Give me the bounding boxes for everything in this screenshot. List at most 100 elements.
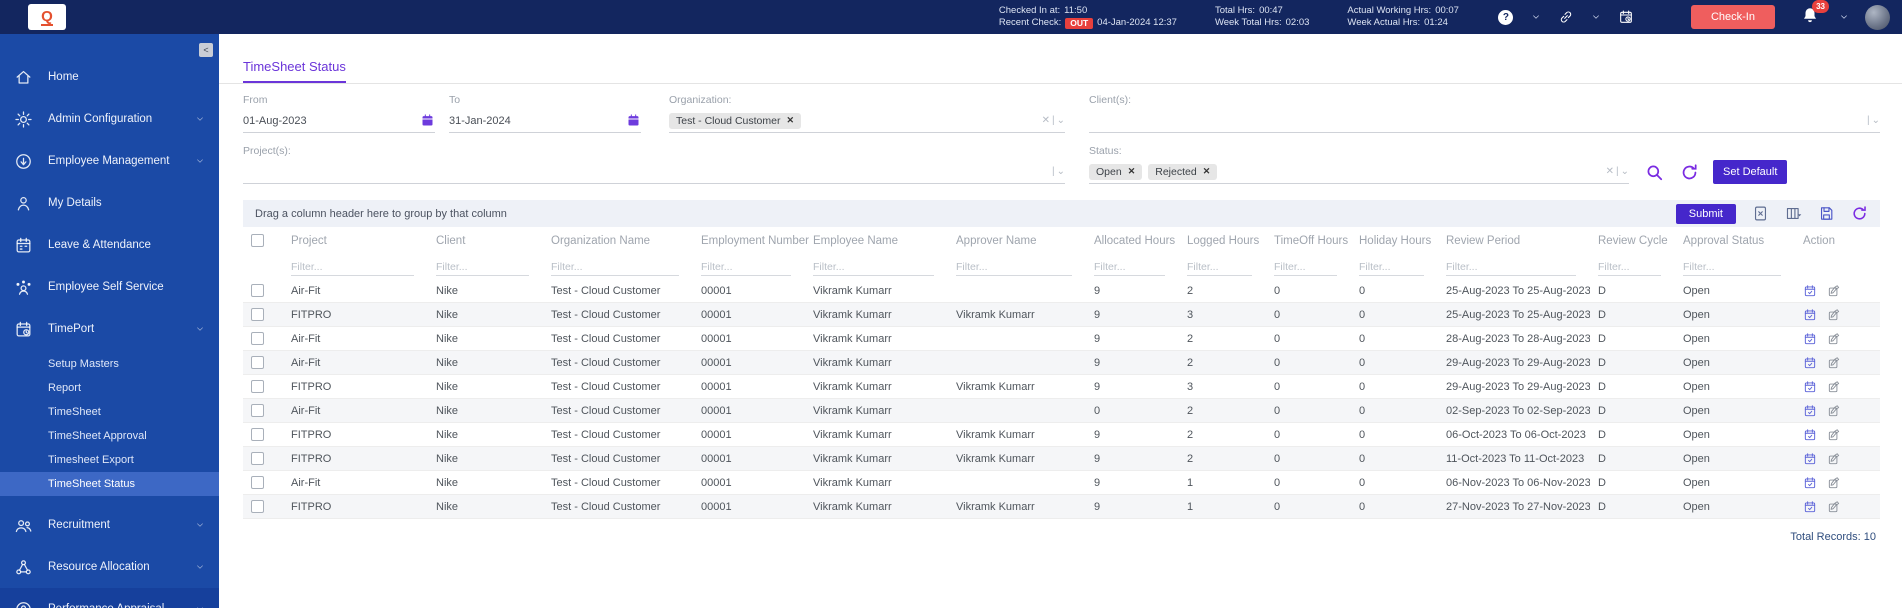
sidebar-item-performance-appraisal[interactable]: Performance Appraisal	[0, 588, 219, 608]
avatar[interactable]	[1865, 5, 1890, 30]
group-by-hint[interactable]: Drag a column header here to group by th…	[255, 208, 507, 220]
sidebar-collapse-button[interactable]: <	[199, 43, 213, 57]
column-chooser-icon[interactable]	[1785, 205, 1802, 222]
row-checkbox[interactable]	[251, 476, 264, 489]
calendar-check-icon[interactable]	[1803, 356, 1817, 370]
chevron-down-icon[interactable]	[1591, 12, 1601, 22]
dropdown-caret-icon[interactable]: ⌄	[1057, 115, 1065, 126]
sidebar-item-timeport[interactable]: TimePort	[0, 308, 219, 350]
edit-icon[interactable]	[1827, 284, 1841, 298]
notifications-bell-icon[interactable]: 33	[1801, 6, 1819, 29]
column-header-holiday-hours[interactable]: Holiday Hours	[1351, 235, 1438, 247]
dropdown-caret-icon[interactable]: ⌄	[1872, 115, 1880, 126]
status-select[interactable]: Open✕Rejected✕ ✕|⌄	[1089, 160, 1629, 184]
column-header-project[interactable]: Project	[283, 235, 428, 247]
calendar-check-icon[interactable]	[1803, 404, 1817, 418]
chip-remove-icon[interactable]: ✕	[1203, 166, 1211, 177]
edit-icon[interactable]	[1827, 452, 1841, 466]
status-chip[interactable]: Open✕	[1089, 164, 1142, 180]
calendar-check-icon[interactable]	[1803, 452, 1817, 466]
row-checkbox[interactable]	[251, 500, 264, 513]
column-header-timeoff-hours[interactable]: TimeOff Hours	[1266, 235, 1351, 247]
row-checkbox[interactable]	[251, 428, 264, 441]
edit-icon[interactable]	[1827, 404, 1841, 418]
chip-remove-icon[interactable]: ✕	[786, 115, 794, 126]
check-in-button[interactable]: Check-In	[1691, 5, 1775, 29]
page-title[interactable]: TimeSheet Status	[243, 59, 346, 83]
column-header-organization-name[interactable]: Organization Name	[543, 235, 693, 247]
select-all-checkbox[interactable]	[251, 234, 264, 247]
edit-icon[interactable]	[1827, 380, 1841, 394]
sidebar-subitem-timesheet-status[interactable]: TimeSheet Status	[0, 472, 219, 496]
sidebar-subitem-timesheet-export[interactable]: Timesheet Export	[0, 448, 219, 472]
row-checkbox[interactable]	[251, 332, 264, 345]
from-date-input[interactable]: 01-Aug-2023	[243, 109, 435, 133]
calendar-picker-icon[interactable]	[420, 113, 435, 128]
chip-remove-icon[interactable]: ✕	[1128, 166, 1136, 177]
sidebar-item-leave-attendance[interactable]: Leave & Attendance	[0, 224, 219, 266]
column-filter-input-allocated-hours[interactable]	[1094, 259, 1165, 276]
column-filter-input-holiday-hours[interactable]	[1359, 259, 1424, 276]
column-header-approver-name[interactable]: Approver Name	[948, 235, 1086, 247]
column-filter-input-project[interactable]	[291, 259, 414, 276]
set-default-button[interactable]: Set Default	[1713, 160, 1787, 184]
projects-select[interactable]: |⌄	[243, 160, 1065, 184]
clear-icon[interactable]: ✕	[1042, 115, 1050, 126]
refresh-icon[interactable]	[1680, 163, 1699, 182]
search-icon[interactable]	[1645, 163, 1664, 182]
row-checkbox[interactable]	[251, 452, 264, 465]
sidebar-subitem-timesheet[interactable]: TimeSheet	[0, 400, 219, 424]
column-filter-input-logged-hours[interactable]	[1187, 259, 1252, 276]
column-header-employment-number[interactable]: Employment Number	[693, 235, 805, 247]
column-filter-input-review-period[interactable]	[1446, 259, 1576, 276]
column-header-review-cycle[interactable]: Review Cycle	[1590, 235, 1675, 247]
link-icon[interactable]	[1557, 8, 1575, 26]
dropdown-caret-icon[interactable]: ⌄	[1621, 166, 1629, 177]
to-date-input[interactable]: 31-Jan-2024	[449, 109, 641, 133]
row-checkbox[interactable]	[251, 308, 264, 321]
edit-icon[interactable]	[1827, 356, 1841, 370]
app-logo[interactable]: Q	[28, 4, 66, 30]
edit-icon[interactable]	[1827, 500, 1841, 514]
calendar-check-icon[interactable]	[1803, 476, 1817, 490]
chevron-down-icon[interactable]	[1531, 12, 1541, 22]
organization-chip[interactable]: Test - Cloud Customer✕	[669, 113, 801, 129]
calendar-check-icon[interactable]	[1803, 308, 1817, 322]
column-filter-input-employee-name[interactable]	[813, 259, 934, 276]
help-icon[interactable]: ?	[1497, 8, 1515, 26]
sidebar-item-resource-allocation[interactable]: Resource Allocation	[0, 546, 219, 588]
edit-icon[interactable]	[1827, 428, 1841, 442]
sidebar-item-recruitment[interactable]: Recruitment	[0, 504, 219, 546]
column-filter-input-organization-name[interactable]	[551, 259, 679, 276]
calendar-check-icon[interactable]	[1803, 500, 1817, 514]
sidebar-item-employee-management[interactable]: Employee Management	[0, 140, 219, 182]
submit-button[interactable]: Submit	[1676, 204, 1736, 224]
calendar-check-icon[interactable]	[1803, 284, 1817, 298]
dropdown-caret-icon[interactable]: ⌄	[1057, 166, 1065, 177]
clear-icon[interactable]: ✕	[1606, 166, 1614, 177]
row-checkbox[interactable]	[251, 380, 264, 393]
status-chip[interactable]: Rejected✕	[1148, 164, 1217, 180]
sidebar-subitem-report[interactable]: Report	[0, 376, 219, 400]
sidebar-subitem-setup-masters[interactable]: Setup Masters	[0, 352, 219, 376]
attendance-calendar-icon[interactable]	[1617, 8, 1635, 26]
organization-select[interactable]: Test - Cloud Customer✕ ✕|⌄	[669, 109, 1065, 133]
calendar-check-icon[interactable]	[1803, 380, 1817, 394]
sidebar-item-home[interactable]: Home	[0, 56, 219, 98]
column-filter-input-timeoff-hours[interactable]	[1274, 259, 1337, 276]
chevron-down-icon[interactable]	[1839, 12, 1849, 22]
row-checkbox[interactable]	[251, 404, 264, 417]
column-filter-input-review-cycle[interactable]	[1598, 259, 1661, 276]
column-filter-input-approval-status[interactable]	[1683, 259, 1781, 276]
row-checkbox[interactable]	[251, 356, 264, 369]
export-excel-icon[interactable]	[1752, 205, 1769, 222]
calendar-check-icon[interactable]	[1803, 428, 1817, 442]
column-filter-input-employment-number[interactable]	[701, 259, 791, 276]
sidebar-item-my-details[interactable]: My Details	[0, 182, 219, 224]
column-header-action[interactable]: Action	[1795, 235, 1880, 247]
clients-select[interactable]: |⌄	[1089, 109, 1880, 133]
column-filter-input-approver-name[interactable]	[956, 259, 1072, 276]
edit-icon[interactable]	[1827, 332, 1841, 346]
column-header-client[interactable]: Client	[428, 235, 543, 247]
column-header-employee-name[interactable]: Employee Name	[805, 235, 948, 247]
